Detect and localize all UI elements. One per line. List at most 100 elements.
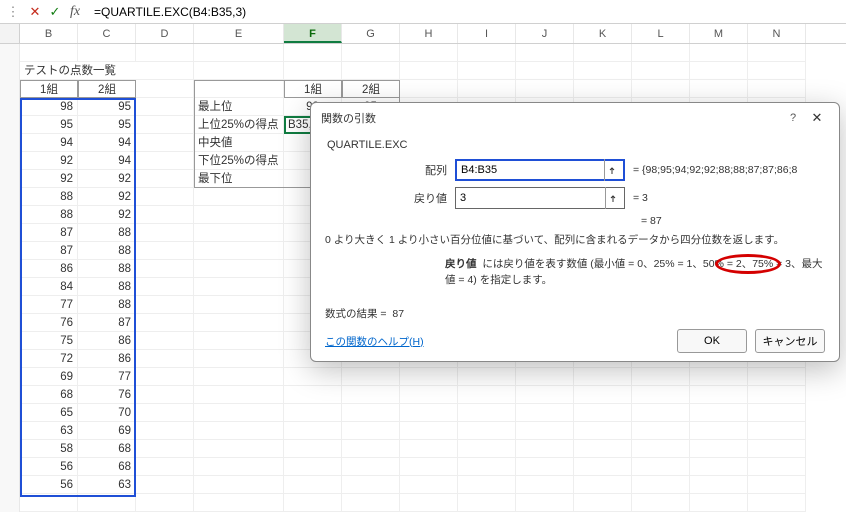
- cell[interactable]: 87: [20, 242, 78, 260]
- cell[interactable]: [194, 188, 284, 206]
- cell[interactable]: [574, 422, 632, 440]
- cell[interactable]: [458, 458, 516, 476]
- cell[interactable]: [574, 80, 632, 98]
- cell[interactable]: 69: [20, 368, 78, 386]
- cell[interactable]: 77: [78, 368, 136, 386]
- cell[interactable]: [136, 350, 194, 368]
- cell[interactable]: [574, 368, 632, 386]
- cell[interactable]: [690, 386, 748, 404]
- cell[interactable]: [574, 404, 632, 422]
- cell[interactable]: [516, 404, 574, 422]
- cell[interactable]: [632, 386, 690, 404]
- cell[interactable]: 68: [20, 386, 78, 404]
- cell[interactable]: [516, 440, 574, 458]
- cell[interactable]: 88: [78, 224, 136, 242]
- cell[interactable]: 最下位: [194, 170, 284, 188]
- cell[interactable]: [284, 494, 342, 512]
- column-header-J[interactable]: J: [516, 24, 574, 43]
- cell[interactable]: [690, 368, 748, 386]
- cell[interactable]: [690, 62, 748, 80]
- cell[interactable]: 65: [20, 404, 78, 422]
- cell[interactable]: [194, 296, 284, 314]
- cell[interactable]: [458, 368, 516, 386]
- cell[interactable]: 最上位: [194, 98, 284, 116]
- cell[interactable]: [284, 368, 342, 386]
- cell[interactable]: [690, 494, 748, 512]
- cell[interactable]: 1組: [20, 80, 78, 98]
- ok-button[interactable]: OK: [677, 329, 747, 353]
- cell[interactable]: [78, 44, 136, 62]
- cell[interactable]: 2組: [342, 80, 400, 98]
- cell[interactable]: [194, 224, 284, 242]
- cell[interactable]: 98: [20, 98, 78, 116]
- arg1-input[interactable]: [461, 164, 604, 176]
- cell[interactable]: 69: [78, 422, 136, 440]
- cell[interactable]: [20, 44, 78, 62]
- cell[interactable]: [194, 260, 284, 278]
- cell[interactable]: [458, 404, 516, 422]
- column-header-C[interactable]: C: [78, 24, 136, 43]
- cell[interactable]: [284, 422, 342, 440]
- cell[interactable]: [690, 422, 748, 440]
- cell[interactable]: [136, 386, 194, 404]
- accept-icon[interactable]: ✓: [46, 3, 64, 21]
- cell[interactable]: [136, 404, 194, 422]
- cell[interactable]: 77: [20, 296, 78, 314]
- cell[interactable]: [342, 494, 400, 512]
- column-header-H[interactable]: H: [400, 24, 458, 43]
- cell[interactable]: [136, 170, 194, 188]
- cell[interactable]: [748, 62, 806, 80]
- cell[interactable]: 92: [78, 206, 136, 224]
- cell[interactable]: [284, 62, 342, 80]
- cell[interactable]: [136, 44, 194, 62]
- cell[interactable]: [194, 386, 284, 404]
- cell[interactable]: [136, 206, 194, 224]
- cell[interactable]: [136, 188, 194, 206]
- cell[interactable]: [136, 242, 194, 260]
- cell[interactable]: [194, 44, 284, 62]
- cell[interactable]: [194, 314, 284, 332]
- cell[interactable]: 88: [20, 206, 78, 224]
- cell[interactable]: [690, 476, 748, 494]
- cell[interactable]: [516, 494, 574, 512]
- cell[interactable]: [748, 44, 806, 62]
- cell[interactable]: [400, 80, 458, 98]
- cell[interactable]: [516, 62, 574, 80]
- cell[interactable]: [748, 476, 806, 494]
- cell[interactable]: 88: [78, 242, 136, 260]
- cell[interactable]: 76: [20, 314, 78, 332]
- cell[interactable]: [516, 80, 574, 98]
- cell[interactable]: 中央値: [194, 134, 284, 152]
- cell[interactable]: [632, 404, 690, 422]
- cell[interactable]: 56: [20, 476, 78, 494]
- column-header-L[interactable]: L: [632, 24, 690, 43]
- cell[interactable]: [690, 404, 748, 422]
- cell[interactable]: [136, 152, 194, 170]
- cell[interactable]: 88: [78, 260, 136, 278]
- cell[interactable]: [194, 350, 284, 368]
- cell[interactable]: [20, 494, 78, 512]
- cell[interactable]: [136, 476, 194, 494]
- cell[interactable]: [194, 440, 284, 458]
- cell[interactable]: [632, 62, 690, 80]
- cell[interactable]: [748, 440, 806, 458]
- cell[interactable]: [136, 80, 194, 98]
- cell[interactable]: [574, 494, 632, 512]
- cell[interactable]: 75: [20, 332, 78, 350]
- column-header-N[interactable]: N: [748, 24, 806, 43]
- cell[interactable]: [136, 62, 194, 80]
- cell[interactable]: 86: [78, 350, 136, 368]
- cell[interactable]: [632, 80, 690, 98]
- cell[interactable]: [458, 440, 516, 458]
- column-header-E[interactable]: E: [194, 24, 284, 43]
- cancel-icon[interactable]: ✕: [26, 3, 44, 21]
- cell[interactable]: [516, 422, 574, 440]
- cell[interactable]: 92: [78, 188, 136, 206]
- cell[interactable]: 86: [78, 332, 136, 350]
- help-icon[interactable]: ?: [781, 112, 805, 124]
- cell[interactable]: [194, 368, 284, 386]
- cell[interactable]: 58: [20, 440, 78, 458]
- cell[interactable]: 68: [78, 440, 136, 458]
- cell[interactable]: [400, 404, 458, 422]
- cell[interactable]: [284, 458, 342, 476]
